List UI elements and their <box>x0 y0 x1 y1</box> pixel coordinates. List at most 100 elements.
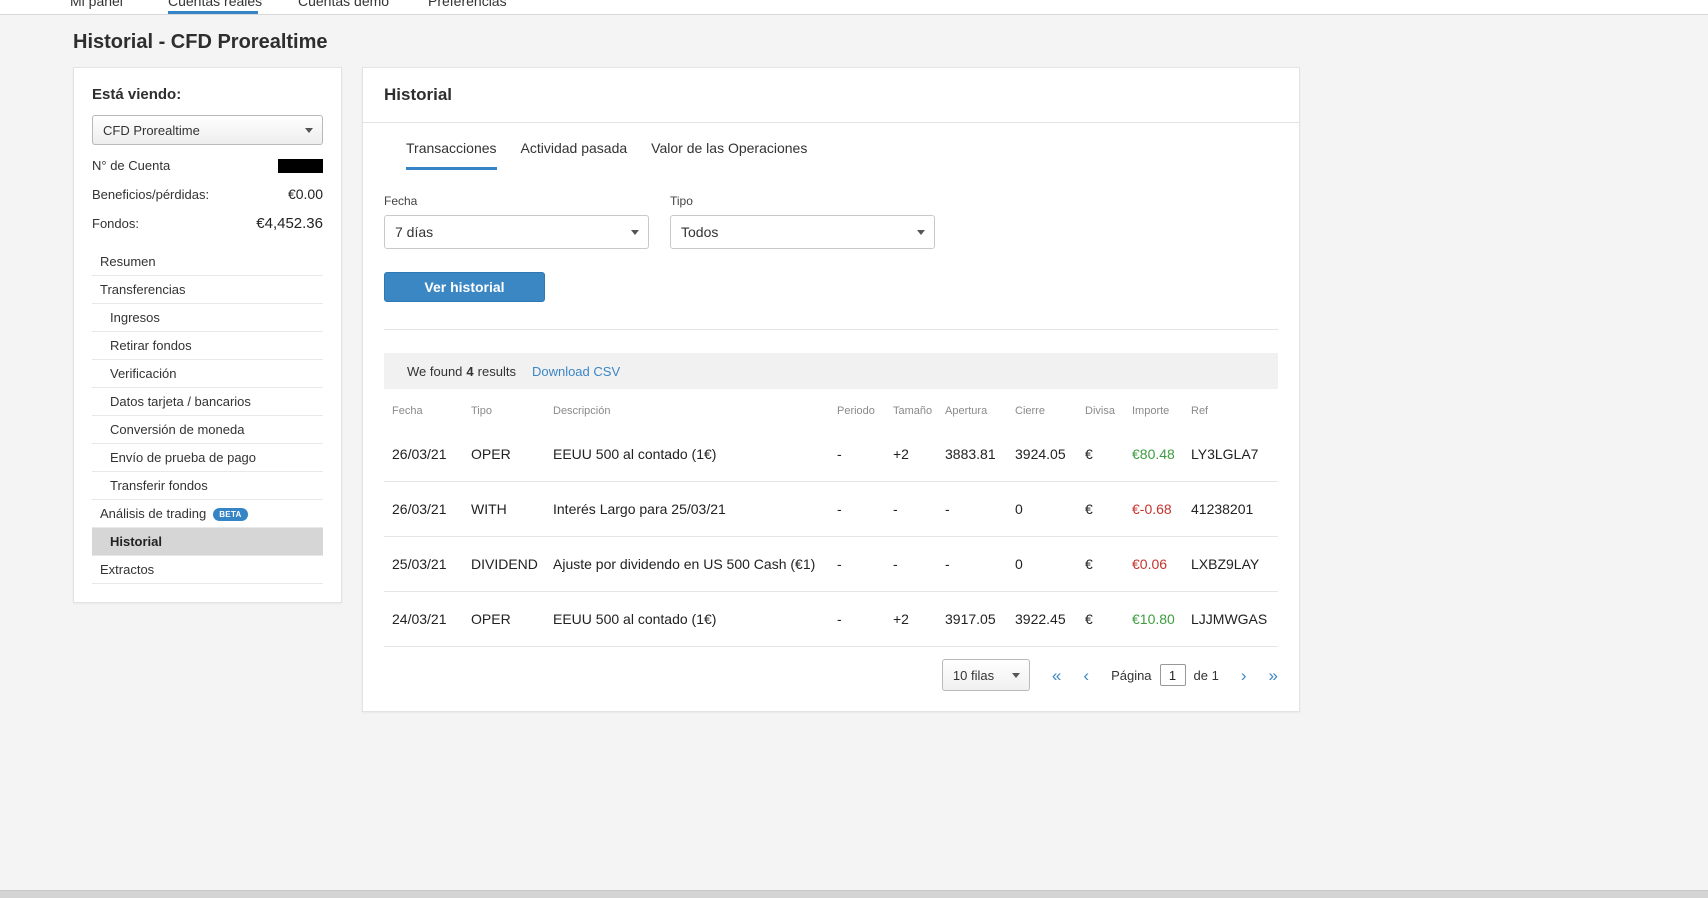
col-periodo: Periodo <box>837 389 893 427</box>
sidebar-item-ingresos[interactable]: Ingresos <box>92 304 323 332</box>
sidebar-item-historial[interactable]: Historial <box>92 528 323 556</box>
page-number-input[interactable] <box>1160 664 1186 686</box>
nav-cuentas-reales[interactable]: Cuentas reales <box>168 0 262 9</box>
col-tamano: Tamaño <box>893 389 945 427</box>
sidebar-item-label: Historial <box>110 534 162 549</box>
table-row: 25/03/21 DIVIDEND Ajuste por dividendo e… <box>384 537 1278 592</box>
tab-actividad-pasada[interactable]: Actividad pasada <box>521 140 628 170</box>
col-divisa: Divisa <box>1085 389 1132 427</box>
sidebar-item-datos-tarjeta[interactable]: Datos tarjeta / bancarios <box>92 388 323 416</box>
pagination: 10 filas « ‹ Página de 1 › » <box>384 659 1278 691</box>
cell-cierre: 3922.45 <box>1015 592 1085 647</box>
col-apertura: Apertura <box>945 389 1015 427</box>
results-bar: We found 4 results Download CSV <box>384 353 1278 389</box>
cell-tipo: DIVIDEND <box>471 537 553 592</box>
panel-header: Historial <box>363 68 1299 123</box>
page-of-label: de 1 <box>1194 668 1219 683</box>
sidebar-menu: Resumen Transferencias Ingresos Retirar … <box>92 248 323 584</box>
first-page-icon[interactable]: « <box>1052 667 1061 684</box>
date-filter: Fecha 7 días <box>384 194 649 249</box>
last-page-icon[interactable]: » <box>1269 667 1278 684</box>
active-nav-underline <box>168 11 258 14</box>
cell-divisa: € <box>1085 537 1132 592</box>
sidebar-item-label: Ingresos <box>110 310 160 325</box>
col-importe: Importe <box>1132 389 1191 427</box>
cell-importe: €10.80 <box>1132 592 1191 647</box>
nav-preferencias[interactable]: Preferencias <box>428 0 507 9</box>
funds-row: Fondos: €4,452.36 <box>92 215 323 232</box>
sidebar-item-label: Conversión de moneda <box>110 422 244 437</box>
sidebar-item-transferencias[interactable]: Transferencias <box>92 276 323 304</box>
sidebar-item-envio-prueba-pago[interactable]: Envío de prueba de pago <box>92 444 323 472</box>
cell-periodo: - <box>837 592 893 647</box>
cell-cierre: 0 <box>1015 482 1085 537</box>
cell-descripcion: EEUU 500 al contado (1€) <box>553 427 837 482</box>
col-ref: Ref <box>1191 389 1278 427</box>
rows-per-page-select[interactable]: 10 filas <box>942 659 1030 691</box>
cell-ref: LY3LGLA7 <box>1191 427 1278 482</box>
cell-fecha: 24/03/21 <box>384 592 471 647</box>
next-page-icon[interactable]: › <box>1241 667 1247 684</box>
sidebar-item-label: Extractos <box>100 562 154 577</box>
cell-descripcion: EEUU 500 al contado (1€) <box>553 592 837 647</box>
sidebar-item-resumen[interactable]: Resumen <box>92 248 323 276</box>
sidebar-item-verificacion[interactable]: Verificación <box>92 360 323 388</box>
type-filter: Tipo Todos <box>670 194 935 249</box>
funds-label: Fondos: <box>92 216 139 231</box>
prev-page-icon[interactable]: ‹ <box>1083 667 1089 684</box>
history-panel: Historial Transacciones Actividad pasada… <box>362 67 1300 712</box>
cell-tamano: +2 <box>893 592 945 647</box>
sidebar-item-analisis-trading[interactable]: Análisis de tradingBETA <box>92 500 323 528</box>
date-filter-select[interactable]: 7 días <box>384 215 649 249</box>
type-filter-select[interactable]: Todos <box>670 215 935 249</box>
cell-descripcion: Interés Largo para 25/03/21 <box>553 482 837 537</box>
cell-fecha: 25/03/21 <box>384 537 471 592</box>
cell-periodo: - <box>837 427 893 482</box>
cell-ref: LXBZ9LAY <box>1191 537 1278 592</box>
download-csv-link[interactable]: Download CSV <box>532 364 620 379</box>
cell-tamano: +2 <box>893 427 945 482</box>
cell-descripcion: Ajuste por dividendo en US 500 Cash (€1) <box>553 537 837 592</box>
cell-fecha: 26/03/21 <box>384 482 471 537</box>
col-cierre: Cierre <box>1015 389 1085 427</box>
cell-fecha: 26/03/21 <box>384 427 471 482</box>
cell-apertura: - <box>945 482 1015 537</box>
col-descripcion: Descripción <box>553 389 837 427</box>
chevron-down-icon <box>1012 673 1020 678</box>
funds-value: €4,452.36 <box>256 215 323 232</box>
cell-divisa: € <box>1085 592 1132 647</box>
table-header-row: Fecha Tipo Descripción Periodo Tamaño Ap… <box>384 389 1278 427</box>
ver-historial-button[interactable]: Ver historial <box>384 272 545 302</box>
bottom-scrollbar-strip[interactable] <box>0 890 1708 898</box>
sidebar-item-label: Transferir fondos <box>110 478 208 493</box>
sidebar-item-extractos[interactable]: Extractos <box>92 556 323 584</box>
results-count: 4 <box>466 364 473 379</box>
sidebar-item-transferir-fondos[interactable]: Transferir fondos <box>92 472 323 500</box>
page-label: Página <box>1111 668 1151 683</box>
sidebar-item-conversion-moneda[interactable]: Conversión de moneda <box>92 416 323 444</box>
table-row: 26/03/21 OPER EEUU 500 al contado (1€) -… <box>384 427 1278 482</box>
chevron-down-icon <box>917 230 925 235</box>
content-area: Está viendo: CFD Prorealtime N° de Cuent… <box>73 67 1708 712</box>
account-number-label: N° de Cuenta <box>92 158 170 173</box>
cell-apertura: - <box>945 537 1015 592</box>
cell-tamano: - <box>893 537 945 592</box>
cell-tamano: - <box>893 482 945 537</box>
date-filter-value: 7 días <box>395 224 433 240</box>
results-prefix: We found <box>407 364 462 379</box>
transactions-table: Fecha Tipo Descripción Periodo Tamaño Ap… <box>384 389 1278 647</box>
cell-tipo: OPER <box>471 427 553 482</box>
nav-mi-panel[interactable]: Mi panel <box>70 0 123 9</box>
sidebar-item-retirar-fondos[interactable]: Retirar fondos <box>92 332 323 360</box>
tab-transacciones[interactable]: Transacciones <box>406 140 497 170</box>
chevron-down-icon <box>305 128 313 133</box>
account-number-row: N° de Cuenta <box>92 158 323 173</box>
tab-valor-operaciones[interactable]: Valor de las Operaciones <box>651 140 807 170</box>
sidebar-item-label: Verificación <box>110 366 176 381</box>
account-number-redacted <box>278 159 323 173</box>
cell-apertura: 3883.81 <box>945 427 1015 482</box>
panel-title: Historial <box>384 85 1278 105</box>
nav-cuentas-demo[interactable]: Cuentas demo <box>298 0 389 9</box>
type-filter-label: Tipo <box>670 194 935 208</box>
account-select[interactable]: CFD Prorealtime <box>92 115 323 145</box>
